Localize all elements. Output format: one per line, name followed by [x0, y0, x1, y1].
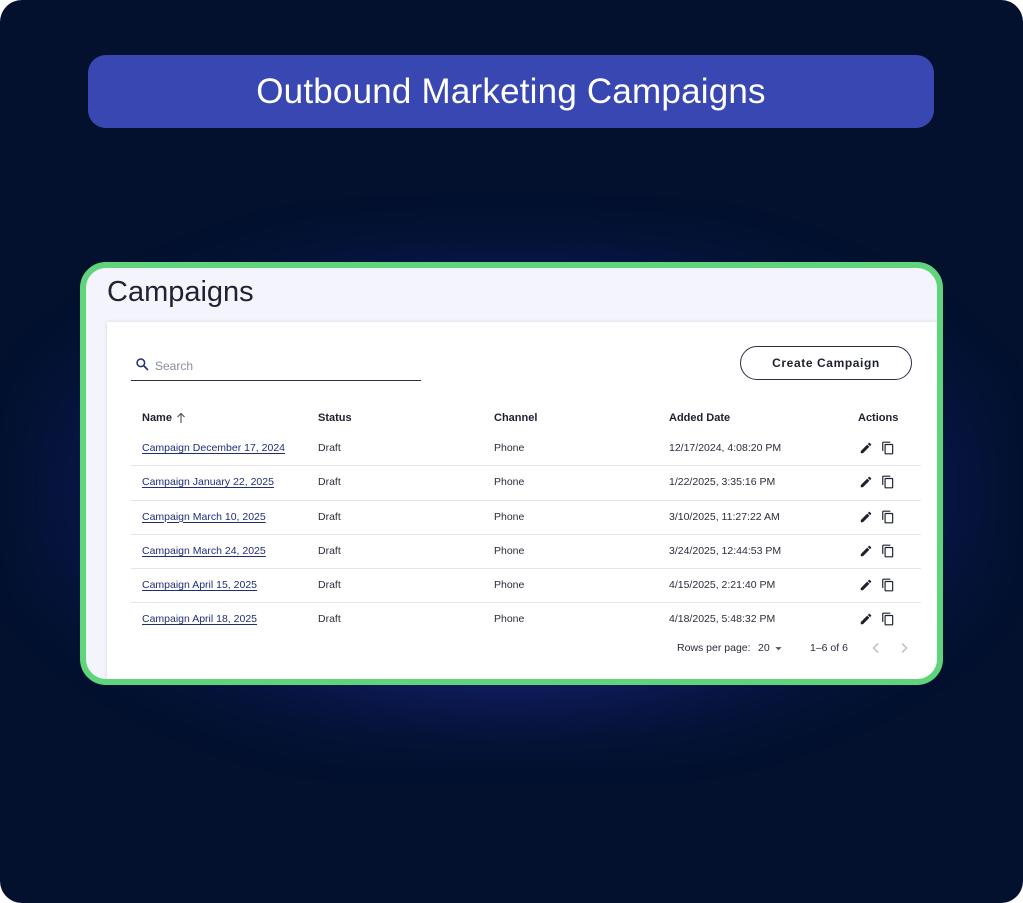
- campaign-name-link[interactable]: Campaign January 22, 2025: [142, 476, 274, 488]
- search-input[interactable]: [153, 354, 417, 378]
- copy-icon[interactable]: [881, 612, 895, 626]
- campaigns-card: Campaigns Create Campaign Name: [80, 262, 943, 685]
- campaign-name-link[interactable]: Campaign March 24, 2025: [142, 545, 266, 557]
- copy-icon[interactable]: [881, 578, 895, 592]
- added-date-cell: 4/15/2025, 2:21:40 PM: [669, 579, 776, 592]
- added-date-cell: 1/22/2025, 3:35:16 PM: [669, 476, 776, 489]
- table-row: Campaign April 18, 2025 Draft Phone 4/18…: [131, 603, 921, 636]
- copy-icon[interactable]: [881, 544, 895, 558]
- table-row: Campaign December 17, 2024 Draft Phone 1…: [131, 432, 921, 467]
- status-cell: Draft: [318, 544, 341, 557]
- search-icon: [136, 358, 149, 371]
- table-header: Name Status Channel Added Date Actions: [131, 406, 921, 434]
- status-cell: Draft: [318, 476, 341, 489]
- campaign-name-link[interactable]: Campaign December 17, 2024: [142, 442, 285, 454]
- status-cell: Draft: [318, 510, 341, 523]
- page-title: Campaigns: [107, 276, 254, 308]
- copy-icon[interactable]: [881, 441, 895, 455]
- pencil-icon[interactable]: [859, 510, 873, 524]
- channel-cell: Phone: [494, 476, 525, 489]
- pencil-icon[interactable]: [859, 578, 873, 592]
- pagination-range: 1–6 of 6: [810, 642, 848, 654]
- search-field[interactable]: [131, 350, 421, 381]
- caret-down-icon: [775, 646, 782, 650]
- status-cell: Draft: [318, 442, 341, 454]
- pagination: Rows per page: 20 1–6 of 6: [667, 638, 917, 658]
- channel-cell: Phone: [494, 510, 525, 523]
- rows-per-page-label: Rows per page:: [677, 642, 751, 654]
- channel-cell: Phone: [494, 544, 525, 557]
- pencil-icon[interactable]: [859, 612, 873, 626]
- channel-cell: Phone: [494, 579, 525, 592]
- added-date-cell: 3/10/2025, 11:27:22 AM: [669, 510, 780, 523]
- table-row: Campaign April 15, 2025 Draft Phone 4/15…: [131, 569, 921, 604]
- pencil-icon[interactable]: [859, 544, 873, 558]
- table-row: Campaign March 10, 2025 Draft Phone 3/10…: [131, 501, 921, 535]
- pencil-icon[interactable]: [859, 475, 873, 489]
- copy-icon[interactable]: [881, 510, 895, 524]
- status-cell: Draft: [318, 613, 341, 626]
- added-date-cell: 12/17/2024, 4:08:20 PM: [669, 442, 782, 454]
- added-date-cell: 3/24/2025, 12:44:53 PM: [669, 544, 782, 557]
- pencil-icon[interactable]: [859, 441, 873, 455]
- campaign-name-link[interactable]: Campaign April 18, 2025: [142, 613, 257, 625]
- create-campaign-button[interactable]: Create Campaign: [740, 346, 912, 380]
- arrow-up-icon[interactable]: [176, 412, 186, 424]
- table-row: Campaign March 24, 2025 Draft Phone 3/24…: [131, 535, 921, 570]
- banner-title: Outbound Marketing Campaigns: [256, 71, 766, 111]
- campaign-name-link[interactable]: Campaign March 10, 2025: [142, 511, 266, 523]
- column-header-channel[interactable]: Channel: [494, 412, 537, 424]
- channel-cell: Phone: [494, 613, 525, 626]
- column-header-actions: Actions: [858, 412, 899, 424]
- column-header-name-label: Name: [142, 412, 172, 424]
- status-cell: Draft: [318, 579, 341, 592]
- campaigns-panel: Create Campaign Name Status Channel Adde…: [107, 322, 937, 679]
- column-header-status[interactable]: Status: [318, 412, 352, 424]
- campaign-name-link[interactable]: Campaign April 15, 2025: [142, 579, 257, 591]
- copy-icon[interactable]: [881, 475, 895, 489]
- table-body: Campaign December 17, 2024 Draft Phone 1…: [131, 432, 921, 637]
- create-campaign-label: Create Campaign: [772, 356, 880, 370]
- rows-per-page-value: 20: [758, 642, 770, 654]
- table-row: Campaign January 22, 2025 Draft Phone 1/…: [131, 466, 921, 501]
- app-frame: Outbound Marketing Campaigns Campaigns C…: [0, 0, 1023, 903]
- title-banner: Outbound Marketing Campaigns: [88, 55, 934, 128]
- added-date-cell: 4/18/2025, 5:48:32 PM: [669, 613, 776, 626]
- chevron-left-icon[interactable]: [870, 641, 882, 655]
- channel-cell: Phone: [494, 442, 525, 454]
- column-header-added-date[interactable]: Added Date: [669, 412, 730, 424]
- column-header-name[interactable]: Name: [142, 412, 186, 424]
- rows-per-page-select[interactable]: 20: [758, 642, 783, 654]
- chevron-right-icon[interactable]: [898, 641, 910, 655]
